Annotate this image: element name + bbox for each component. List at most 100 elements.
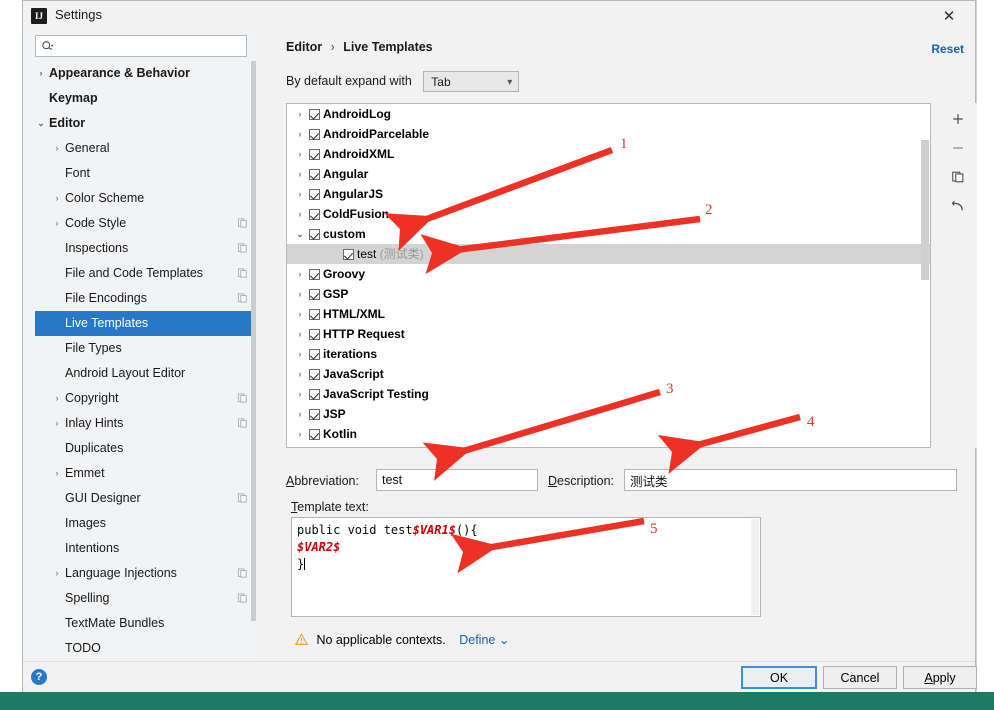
sidebar-item-todo[interactable]: TODO xyxy=(35,636,256,661)
sidebar-item-keymap[interactable]: Keymap xyxy=(35,86,256,111)
template-tree-row[interactable]: › Kotlin xyxy=(287,424,930,444)
template-tree-row[interactable]: › AndroidXML xyxy=(287,144,930,164)
chevron-right-icon[interactable]: › xyxy=(51,461,63,486)
chevron-right-icon[interactable]: › xyxy=(294,104,306,124)
sidebar-item-editor[interactable]: ⌄ Editor xyxy=(35,111,256,136)
template-tree-row[interactable]: › JavaScript Testing xyxy=(287,384,930,404)
template-tree-row[interactable]: › JSP xyxy=(287,404,930,424)
sidebar-item-file-types[interactable]: File Types xyxy=(35,336,256,361)
template-tree-row[interactable]: › GSP xyxy=(287,284,930,304)
chevron-right-icon[interactable]: › xyxy=(294,384,306,404)
chevron-right-icon[interactable]: › xyxy=(35,61,47,86)
template-text-editor[interactable]: public void test$VAR1$(){ $VAR2$ } xyxy=(291,517,761,617)
sidebar-item-appearance-behavior[interactable]: › Appearance & Behavior xyxy=(35,61,256,86)
chevron-right-icon[interactable]: › xyxy=(294,284,306,304)
chevron-right-icon[interactable]: › xyxy=(294,264,306,284)
default-expand-select[interactable]: Tab ▾ xyxy=(423,71,520,92)
cancel-button[interactable]: Cancel xyxy=(823,666,897,689)
template-checkbox[interactable] xyxy=(309,309,320,320)
template-tree-row[interactable]: › AndroidLog xyxy=(287,104,930,124)
help-icon[interactable]: ? xyxy=(31,669,47,685)
sidebar-item-inlay-hints[interactable]: › Inlay Hints xyxy=(35,411,256,436)
chevron-right-icon[interactable]: › xyxy=(294,184,306,204)
sidebar-item-code-style[interactable]: › Code Style xyxy=(35,211,256,236)
template-tree-row[interactable]: › AngularJS xyxy=(287,184,930,204)
sidebar-item-android-layout-editor[interactable]: Android Layout Editor xyxy=(35,361,256,386)
template-checkbox[interactable] xyxy=(309,109,320,120)
sidebar-item-language-injections[interactable]: › Language Injections xyxy=(35,561,256,586)
duplicate-template-button[interactable] xyxy=(945,164,971,190)
reset-link[interactable]: Reset xyxy=(931,42,964,56)
template-checkbox[interactable] xyxy=(309,209,320,220)
sidebar-item-general[interactable]: › General xyxy=(35,136,256,161)
sidebar-item-intentions[interactable]: Intentions xyxy=(35,536,256,561)
template-checkbox[interactable] xyxy=(309,269,320,280)
template-tree-row[interactable]: › Angular xyxy=(287,164,930,184)
add-template-button[interactable] xyxy=(945,106,971,132)
abbreviation-input[interactable] xyxy=(376,469,538,491)
sidebar-item-images[interactable]: Images xyxy=(35,511,256,536)
chevron-down-icon[interactable]: ⌄ xyxy=(294,224,306,244)
chevron-right-icon[interactable]: › xyxy=(294,124,306,144)
chevron-right-icon[interactable]: › xyxy=(51,186,63,211)
chevron-right-icon[interactable]: › xyxy=(51,411,63,436)
sidebar-item-file-encodings[interactable]: File Encodings xyxy=(35,286,256,311)
revert-template-button[interactable] xyxy=(945,193,971,219)
sidebar-tree[interactable]: › Appearance & Behavior Keymap ⌄ Editor › Gene… xyxy=(35,61,256,661)
chevron-right-icon[interactable]: › xyxy=(294,324,306,344)
sidebar-item-duplicates[interactable]: Duplicates xyxy=(35,436,256,461)
live-templates-tree[interactable]: › AndroidLog › AndroidParcelable › AndroidXML… xyxy=(286,103,931,448)
sidebar-item-file-and-code-templates[interactable]: File and Code Templates xyxy=(35,261,256,286)
remove-template-button[interactable] xyxy=(945,135,971,161)
chevron-right-icon[interactable]: › xyxy=(294,164,306,184)
template-checkbox[interactable] xyxy=(309,289,320,300)
template-checkbox[interactable] xyxy=(309,429,320,440)
template-checkbox[interactable] xyxy=(309,169,320,180)
template-checkbox[interactable] xyxy=(309,389,320,400)
chevron-right-icon[interactable]: › xyxy=(294,364,306,384)
template-checkbox[interactable] xyxy=(309,409,320,420)
chevron-right-icon[interactable]: › xyxy=(294,144,306,164)
sidebar-item-textmate-bundles[interactable]: TextMate Bundles xyxy=(35,611,256,636)
sidebar-item-spelling[interactable]: Spelling xyxy=(35,586,256,611)
chevron-right-icon[interactable]: › xyxy=(294,344,306,364)
chevron-right-icon[interactable]: › xyxy=(51,386,63,411)
template-checkbox[interactable] xyxy=(309,369,320,380)
breadcrumb-parent[interactable]: Editor xyxy=(286,40,322,54)
template-tree-row[interactable]: › HTML/XML xyxy=(287,304,930,324)
template-tree-row[interactable]: › Groovy xyxy=(287,264,930,284)
template-tree-row[interactable]: › AndroidParcelable xyxy=(287,124,930,144)
sidebar-item-font[interactable]: Font xyxy=(35,161,256,186)
description-input[interactable] xyxy=(624,469,957,491)
chevron-right-icon[interactable]: › xyxy=(294,404,306,424)
template-checkbox[interactable] xyxy=(309,189,320,200)
template-tree-row[interactable]: test (测试类) xyxy=(287,244,930,264)
sidebar-item-color-scheme[interactable]: › Color Scheme xyxy=(35,186,256,211)
template-checkbox[interactable] xyxy=(309,229,320,240)
close-icon[interactable]: ✕ xyxy=(929,1,969,31)
sidebar-item-live-templates[interactable]: Live Templates xyxy=(35,311,256,336)
search-box[interactable] xyxy=(35,35,247,57)
chevron-down-icon[interactable]: ⌄ xyxy=(35,111,47,136)
search-input[interactable] xyxy=(60,38,244,57)
chevron-right-icon[interactable]: › xyxy=(51,136,63,161)
chevron-right-icon[interactable]: › xyxy=(294,424,306,444)
chevron-right-icon[interactable]: › xyxy=(294,204,306,224)
template-tree-row[interactable]: › HTTP Request xyxy=(287,324,930,344)
template-checkbox[interactable] xyxy=(309,129,320,140)
template-checkbox[interactable] xyxy=(309,349,320,360)
define-context-link[interactable]: Define ⌄ xyxy=(459,633,509,647)
template-tree-row[interactable]: ⌄ custom xyxy=(287,224,930,244)
template-tree-row[interactable]: › iterations xyxy=(287,344,930,364)
template-text-scrollbar[interactable] xyxy=(751,519,759,615)
chevron-right-icon[interactable]: › xyxy=(294,304,306,324)
template-checkbox[interactable] xyxy=(309,329,320,340)
ok-button[interactable]: OK xyxy=(741,666,817,689)
sidebar-item-emmet[interactable]: › Emmet xyxy=(35,461,256,486)
sidebar-item-copyright[interactable]: › Copyright xyxy=(35,386,256,411)
live-templates-tree-scrollbar[interactable] xyxy=(921,140,929,280)
template-checkbox[interactable] xyxy=(309,149,320,160)
chevron-right-icon[interactable]: › xyxy=(51,561,63,586)
apply-button[interactable]: Apply xyxy=(903,666,977,689)
chevron-right-icon[interactable]: › xyxy=(51,211,63,236)
